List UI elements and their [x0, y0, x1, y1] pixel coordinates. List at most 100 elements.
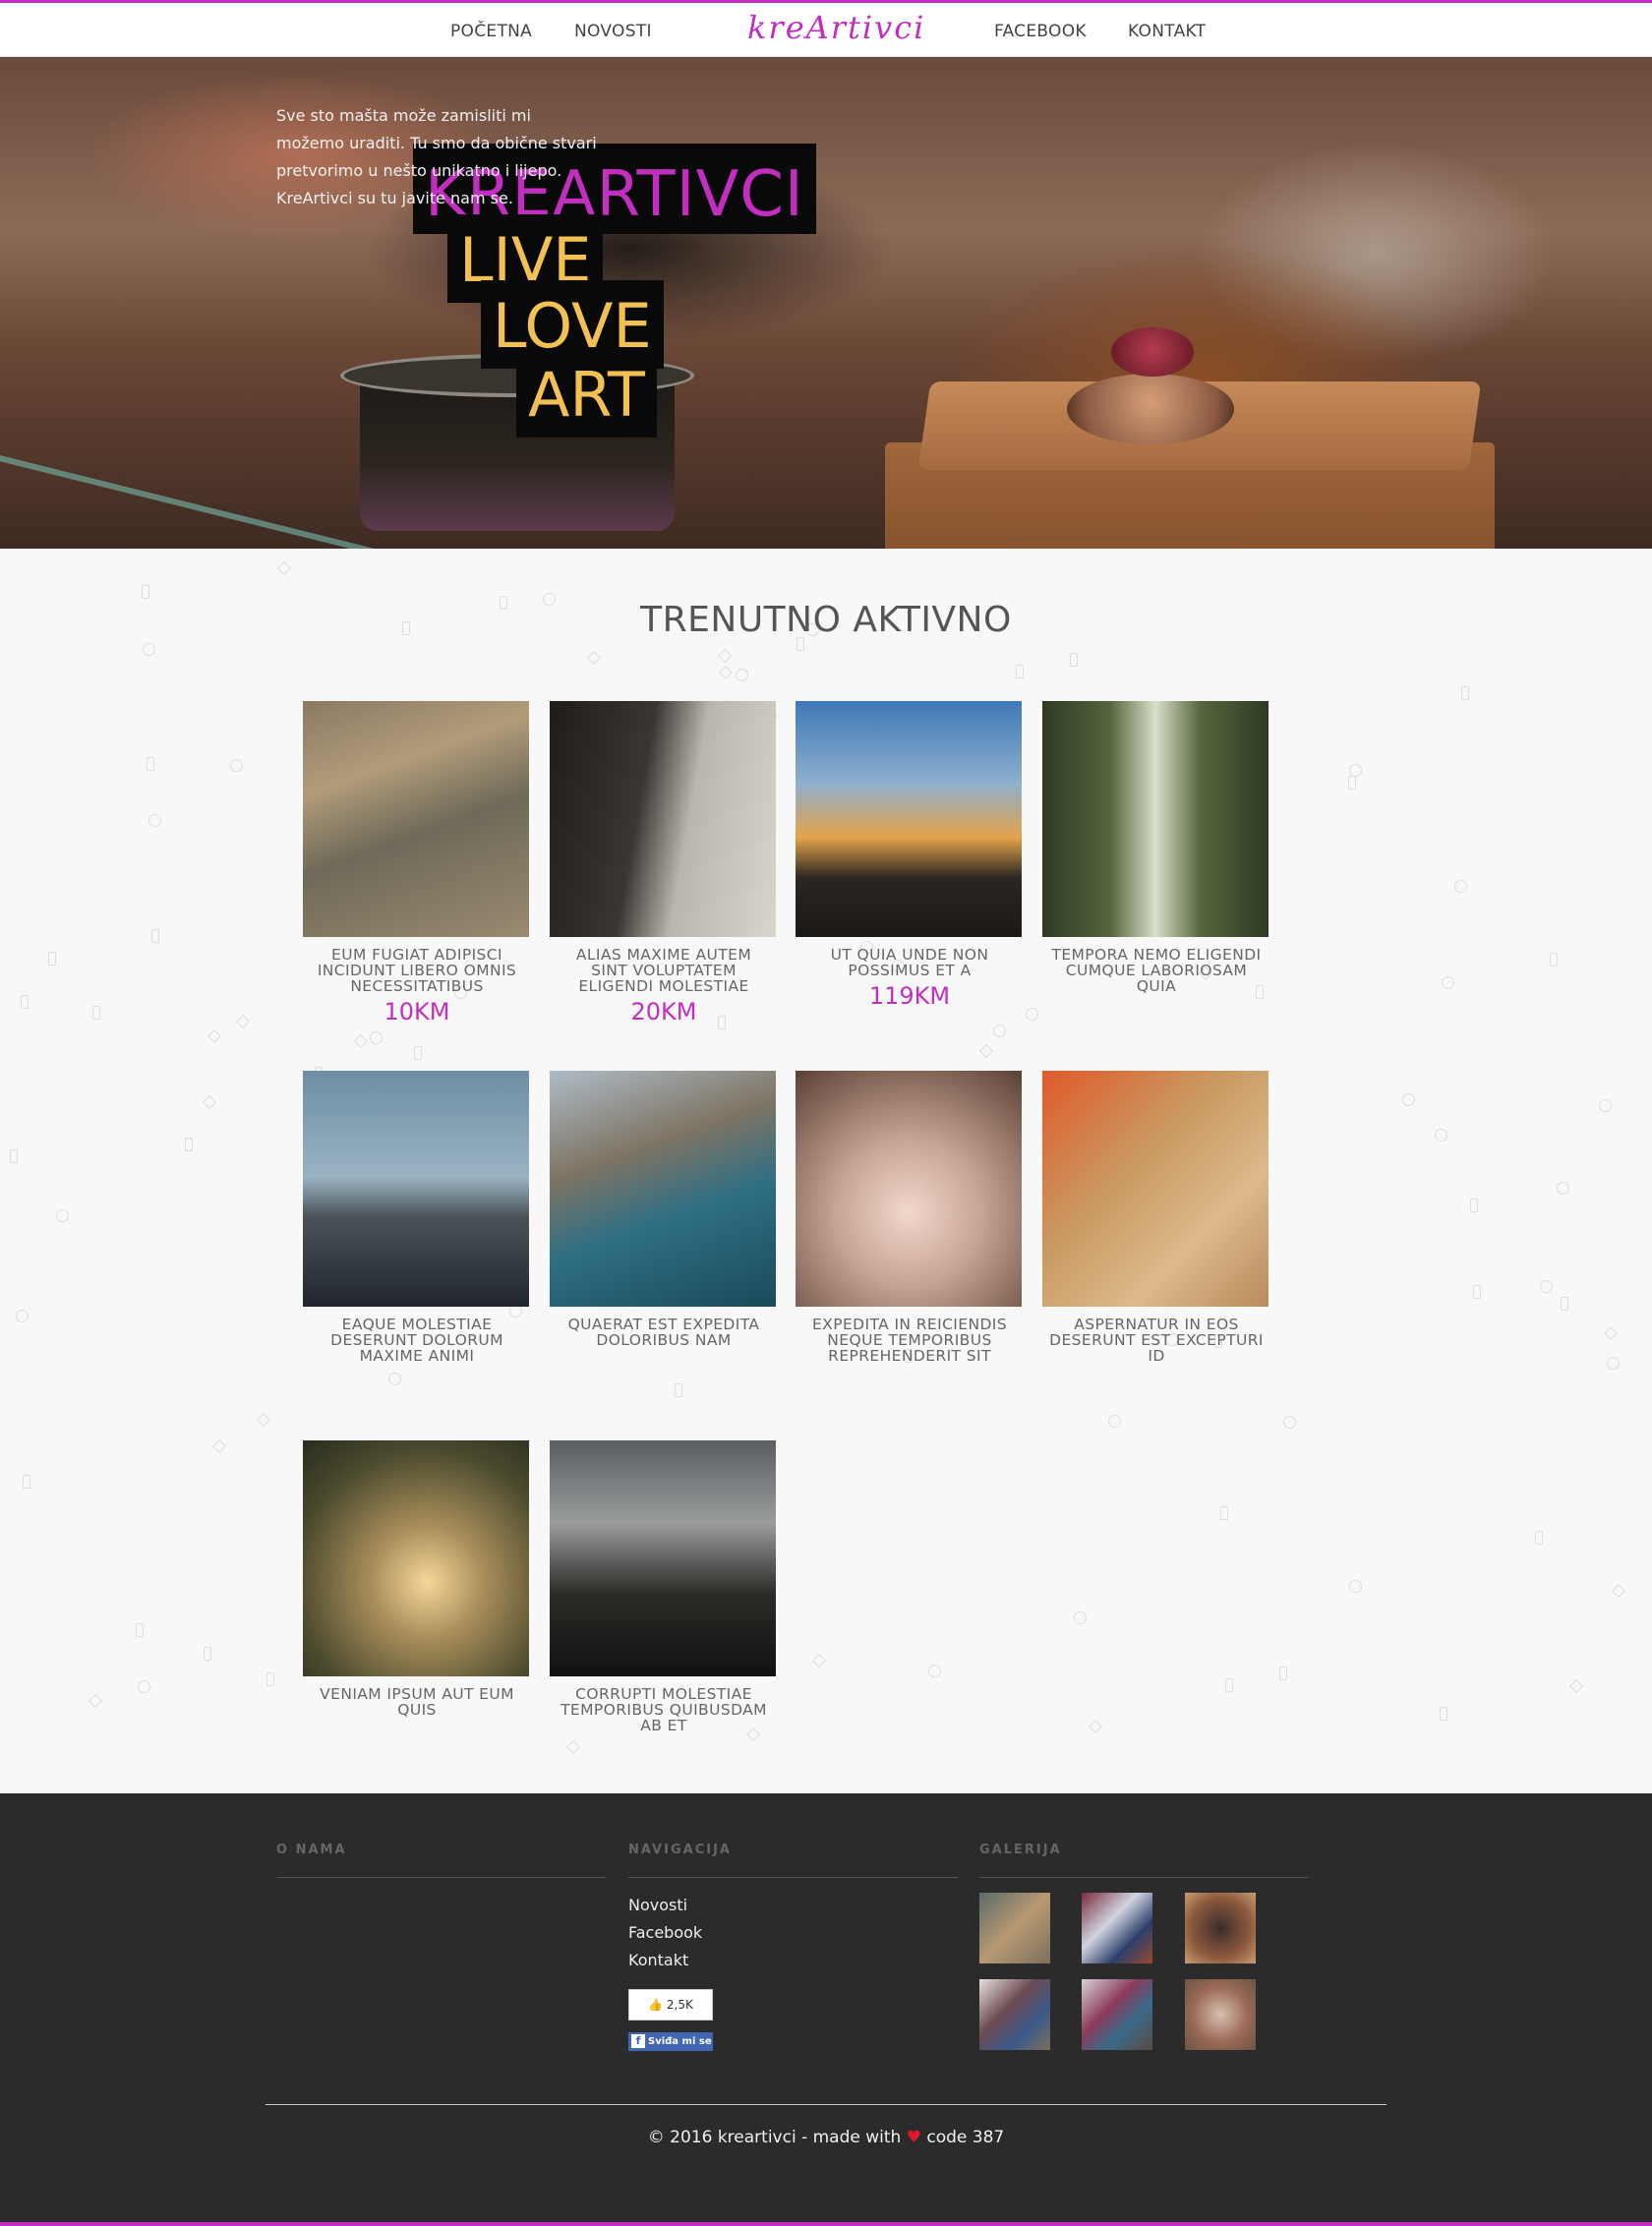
- product-title[interactable]: UT QUIA UNDE NON POSSIMUS ET A: [801, 947, 1018, 978]
- footer-link-novosti[interactable]: Novosti: [628, 1896, 687, 1914]
- product-image[interactable]: [550, 701, 776, 937]
- background-shape: [565, 1739, 581, 1755]
- product-title[interactable]: VENIAM IPSUM AUT EUM QUIS: [309, 1686, 525, 1718]
- product-title[interactable]: ALIAS MAXIME AUTEM SINT VOLUPTATEM ELIGE…: [556, 947, 772, 994]
- background-shape: [718, 665, 734, 680]
- background-shape: [1603, 1325, 1619, 1341]
- background-shape: [16, 1310, 29, 1322]
- product-card: CORRUPTI MOLESTIAE TEMPORIBUS QUIBUSDAM …: [550, 1440, 778, 1733]
- background-shape: [1561, 1297, 1568, 1311]
- background-shape: [230, 759, 243, 772]
- copyright-code: code 387: [926, 2128, 1005, 2147]
- background-shape: [148, 814, 161, 827]
- gallery-thumbnail[interactable]: [979, 1893, 1050, 1963]
- background-shape: [1108, 1415, 1121, 1428]
- background-shape: [1454, 880, 1467, 893]
- background-shape: [1611, 1583, 1626, 1599]
- copyright-text: © 2016 kreartivci - made with: [647, 2128, 902, 2147]
- section-title: TRENUTNO AKTIVNO: [640, 600, 1012, 640]
- background-shape: [1440, 1707, 1447, 1721]
- product-card: TEMPORA NEMO ELIGENDI CUMQUE LABORIOSAM …: [1042, 701, 1270, 994]
- footer-link-kontakt[interactable]: Kontakt: [628, 1951, 688, 1969]
- background-shape: [1088, 1719, 1103, 1734]
- facebook-like-counter: 👍 2,5K: [628, 1989, 713, 2021]
- background-shape: [1225, 1678, 1233, 1692]
- background-shape: [202, 1094, 217, 1110]
- background-shape: [206, 1028, 222, 1044]
- background-shape: [370, 1031, 383, 1044]
- heart-icon: ♥: [906, 2128, 921, 2147]
- background-shape: [276, 560, 292, 576]
- nav-link-facebook[interactable]: FACEBOOK: [994, 22, 1087, 41]
- hero-rose-ornament: [1111, 327, 1194, 377]
- background-shape: [928, 1665, 941, 1677]
- product-title[interactable]: EUM FUGIAT ADIPISCI INCIDUNT LIBERO OMNI…: [309, 947, 525, 994]
- background-shape: [1461, 686, 1469, 700]
- background-shape: [1540, 1280, 1553, 1293]
- product-title[interactable]: EXPEDITA IN REICIENDIS NEQUE TEMPORIBUS …: [801, 1317, 1018, 1364]
- background-shape: [1442, 976, 1454, 989]
- background-shape: [1550, 953, 1558, 967]
- product-image[interactable]: [303, 1440, 529, 1676]
- background-shape: [151, 929, 159, 943]
- gallery-thumbnail[interactable]: [979, 1979, 1050, 2050]
- product-title[interactable]: ASPERNATUR IN EOS DESERUNT EST EXCEPTURI…: [1048, 1317, 1265, 1364]
- product-title[interactable]: CORRUPTI MOLESTIAE TEMPORIBUS QUIBUSDAM …: [556, 1686, 772, 1733]
- product-title[interactable]: TEMPORA NEMO ELIGENDI CUMQUE LABORIOSAM …: [1048, 947, 1265, 994]
- background-shape: [1557, 1182, 1569, 1195]
- background-shape: [811, 1653, 827, 1669]
- footer-divider: [276, 1877, 606, 1878]
- gallery-thumbnail[interactable]: [1185, 1893, 1256, 1963]
- background-shape: [586, 650, 602, 666]
- background-shape: [211, 1438, 227, 1454]
- product-image[interactable]: [303, 1071, 529, 1307]
- background-shape: [414, 1046, 422, 1060]
- footer-link-facebook[interactable]: Facebook: [628, 1923, 702, 1942]
- background-shape: [675, 1383, 682, 1397]
- background-shape: [978, 1043, 994, 1059]
- footer-about-text: Sve sto mašta može zamisliti mi možemo u…: [276, 106, 597, 207]
- background-shape: [88, 1693, 103, 1709]
- footer-nav-heading: NAVIGACIJA: [628, 1843, 732, 1857]
- product-image[interactable]: [550, 1440, 776, 1676]
- background-shape: [1535, 1531, 1543, 1545]
- background-shape: [142, 585, 149, 599]
- site-footer: O NAMA NAVIGACIJA GALERIJA: [0, 1793, 1652, 2226]
- nav-link-pocetna[interactable]: POČETNA: [450, 22, 532, 41]
- footer-divider: [979, 1877, 1309, 1878]
- product-price: 10KM: [384, 998, 450, 1025]
- background-shape: [1568, 1678, 1584, 1694]
- background-shape: [1283, 1416, 1296, 1429]
- product-image[interactable]: [796, 1071, 1022, 1307]
- gallery-thumbnail[interactable]: [1082, 1979, 1152, 2050]
- background-shape: [993, 1025, 1006, 1037]
- product-card: VENIAM IPSUM AUT EUM QUIS: [303, 1440, 531, 1718]
- product-title[interactable]: EAQUE MOLESTIAE DESERUNT DOLORUM MAXIME …: [309, 1317, 525, 1364]
- product-image[interactable]: [1042, 701, 1268, 937]
- product-card: QUAERAT EST EXPEDITA DOLORIBUS NAM: [550, 1071, 778, 1348]
- background-shape: [56, 1209, 69, 1222]
- product-image[interactable]: [796, 701, 1022, 937]
- gallery-thumbnail[interactable]: [1185, 1979, 1256, 2050]
- like-count-value: 2,5K: [666, 1998, 693, 2012]
- copyright-divider: [266, 2104, 1386, 2105]
- background-shape: [266, 1672, 274, 1686]
- product-image[interactable]: [550, 1071, 776, 1307]
- facebook-like-button[interactable]: f Sviđa mi se: [628, 2032, 713, 2051]
- background-shape: [736, 669, 748, 681]
- nav-link-novosti[interactable]: NOVOSTI: [574, 22, 652, 41]
- product-card: ASPERNATUR IN EOS DESERUNT EST EXCEPTURI…: [1042, 1071, 1270, 1364]
- background-shape: [1348, 776, 1356, 790]
- product-card: ALIAS MAXIME AUTEM SINT VOLUPTATEM ELIGE…: [550, 701, 778, 1025]
- site-logo[interactable]: kreArtivci: [747, 9, 923, 46]
- background-shape: [1070, 653, 1078, 667]
- product-title[interactable]: QUAERAT EST EXPEDITA DOLORIBUS NAM: [556, 1317, 772, 1348]
- facebook-icon: f: [631, 2034, 645, 2048]
- background-shape: [23, 1475, 30, 1489]
- background-shape: [1220, 1506, 1228, 1520]
- product-image[interactable]: [1042, 1071, 1268, 1307]
- gallery-thumbnail[interactable]: [1082, 1893, 1152, 1963]
- product-image[interactable]: [303, 701, 529, 937]
- copyright: © 2016 kreartivci - made with ♥ code 387: [0, 2128, 1652, 2147]
- nav-link-kontakt[interactable]: KONTAKT: [1128, 22, 1206, 41]
